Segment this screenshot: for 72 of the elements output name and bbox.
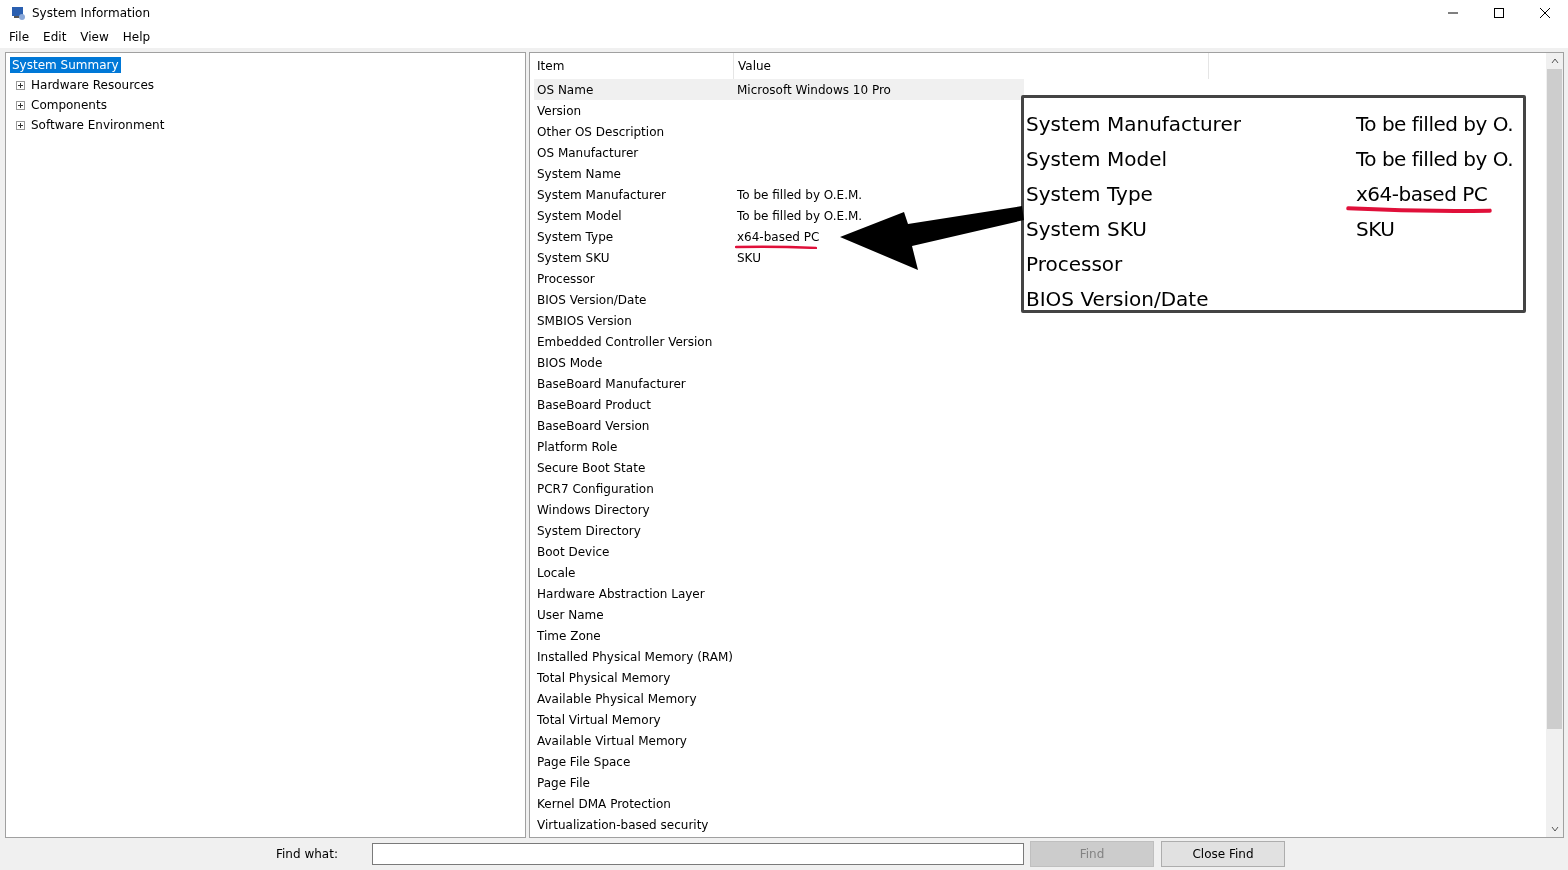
table-cell-text: Locale <box>536 565 577 580</box>
callout-value: x64-based PC <box>1356 181 1488 206</box>
table-cell-text: System Type <box>536 229 615 244</box>
table-cell-text: System Model <box>536 208 623 223</box>
table-cell-text: Page File Space <box>536 754 632 769</box>
table-cell: SKU <box>737 250 761 265</box>
table-cell-text: Installed Physical Memory (RAM) <box>536 649 733 664</box>
table-cell-text: System Manufacturer <box>536 187 667 202</box>
table-cell-text: BaseBoard Version <box>536 418 651 433</box>
table-cell-text: Platform Role <box>536 439 619 454</box>
table-cell-text: Secure Boot State <box>536 460 647 475</box>
table-cell-text: Page File <box>536 775 591 790</box>
table-cell-text: BaseBoard Manufacturer <box>536 376 687 391</box>
selected-row[interactable]: OS Name Microsoft Windows 10 Pro <box>534 79 1024 100</box>
table-cell-text: Virtualization-based security <box>536 817 710 832</box>
tree-item[interactable]: System Summary <box>10 57 121 73</box>
table-cell-text: Available Physical Memory <box>536 691 698 706</box>
menu-item[interactable]: File <box>2 30 37 44</box>
expand-icon[interactable] <box>16 120 25 130</box>
expand-icon[interactable] <box>16 80 25 90</box>
menu-item[interactable]: View <box>73 30 116 44</box>
table-cell: To be filled by O.E.M. <box>737 208 863 223</box>
menu-item[interactable]: Help <box>115 30 158 44</box>
table-cell-text: System SKU <box>536 250 611 265</box>
find-bar-button[interactable]: Close Find <box>1161 841 1285 867</box>
table-cell: x64-based PC <box>737 229 820 244</box>
callout-value: To be filled by O. <box>1356 146 1513 171</box>
table-cell-text: BIOS Version/Date <box>536 292 648 307</box>
callout-item: System SKU <box>1025 216 1148 241</box>
callout-item: BIOS Version/Date <box>1025 286 1210 311</box>
callout-item: System Manufacturer <box>1025 111 1242 136</box>
table-cell-text: OS Name <box>536 82 595 97</box>
table-cell-text: Hardware Abstraction Layer <box>536 586 706 601</box>
table-cell-text: Kernel DMA Protection <box>536 796 672 811</box>
table-cell-text: Boot Device <box>536 544 611 559</box>
table-cell-text: Time Zone <box>536 628 602 643</box>
table-cell-text: Windows Directory <box>536 502 651 517</box>
menu-item[interactable]: Edit <box>36 30 74 44</box>
callout-value: SKU <box>1356 216 1395 241</box>
table-cell-text: Processor <box>536 271 596 286</box>
table-cell-text: User Name <box>536 607 605 622</box>
table-cell-text: SMBIOS Version <box>536 313 633 328</box>
find-field[interactable] <box>372 843 1024 865</box>
expand-icon[interactable] <box>16 100 25 110</box>
table-cell-text: BIOS Mode <box>536 355 604 370</box>
tree-item[interactable]: Software Environment <box>29 117 167 133</box>
table-cell-text: Embedded Controller Version <box>536 334 714 349</box>
table-cell-text: PCR7 Configuration <box>536 481 655 496</box>
table-cell-text: System Directory <box>536 523 642 538</box>
callout-item: System Type <box>1025 181 1154 206</box>
window-title: System Information <box>32 6 151 20</box>
scrollbar[interactable] <box>1546 53 1563 837</box>
table-cell: To be filled by O.E.M. <box>737 187 863 202</box>
table-cell: Microsoft Windows 10 Pro <box>737 82 891 97</box>
scrollbar-thumb[interactable] <box>1547 69 1562 729</box>
table-cell-text: Version <box>536 103 583 118</box>
callout-item: System Model <box>1025 146 1168 171</box>
tree-item[interactable]: Hardware Resources <box>29 77 157 93</box>
tree-item[interactable]: Components <box>29 97 109 113</box>
scroll-up-icon[interactable] <box>1549 56 1560 66</box>
table-cell-text: Available Virtual Memory <box>536 733 688 748</box>
table-cell-text: Total Virtual Memory <box>536 712 662 727</box>
table-cell-text: System Name <box>536 166 622 181</box>
table-cell-text: BaseBoard Product <box>536 397 652 412</box>
callout-item: Processor <box>1025 251 1124 276</box>
scroll-down-icon[interactable] <box>1549 824 1560 834</box>
table-cell-text: OS Manufacturer <box>536 145 640 160</box>
callout-value: To be filled by O. <box>1356 111 1513 136</box>
app-icon <box>10 5 26 21</box>
table-cell-text: Other OS Description <box>536 124 666 139</box>
find-label: Find what: <box>276 847 339 861</box>
table-cell-text: Total Physical Memory <box>536 670 672 685</box>
